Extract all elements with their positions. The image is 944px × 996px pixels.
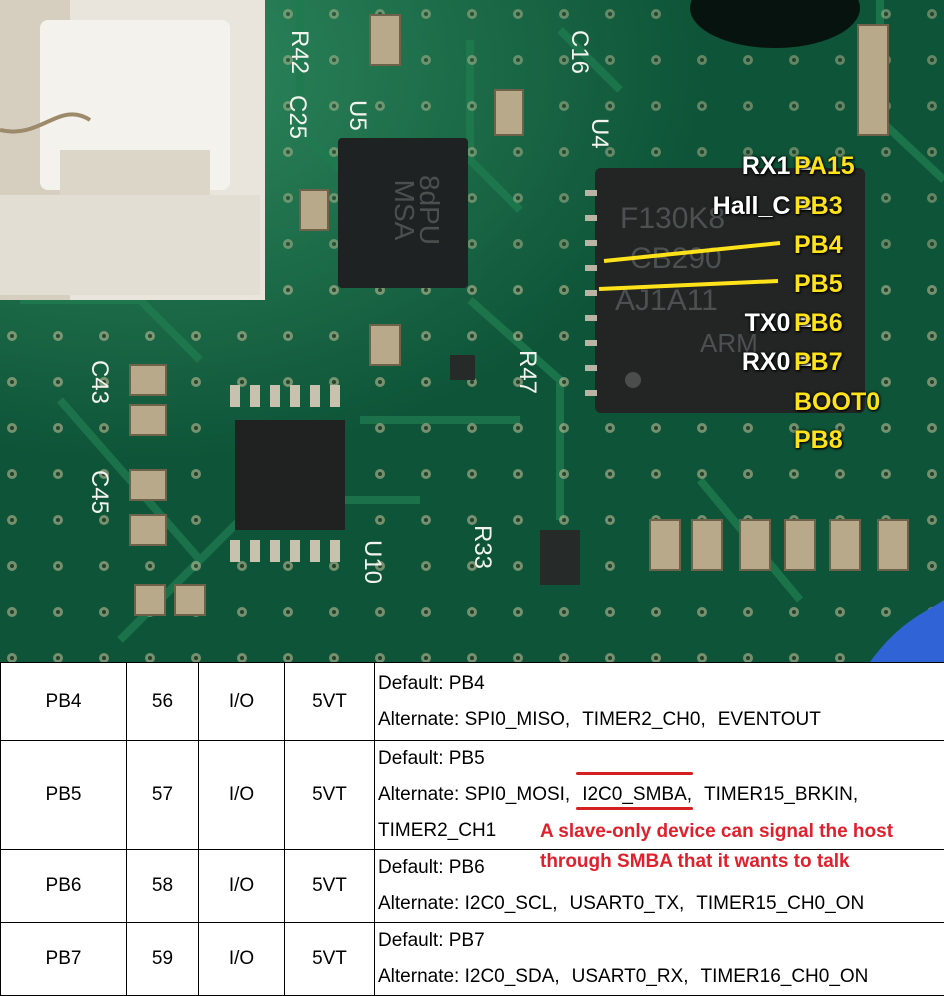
pin-label-pb3: Hall_C = PB3 [560, 192, 944, 228]
pin-name: PB8 [794, 426, 843, 455]
alt-prefix: Alternate: I2C0_SCL, [378, 893, 558, 914]
functions-cell: Default: PB4 Alternate: SPI0_MISO, TIMER2… [375, 663, 944, 741]
pin-label-pb7: RX0 = PB7 [560, 348, 944, 384]
pin-type-cell: I/O [199, 741, 285, 850]
sensor-marking-2: 8dPU [414, 175, 445, 245]
pin-type-cell: I/O [199, 850, 285, 923]
pin-number-cell: 57 [127, 741, 199, 850]
alt-item: TIMER15_BRKIN, [704, 784, 858, 805]
functions-cell: Default: PB7 Alternate: I2C0_SDA, USART0_… [375, 923, 944, 996]
silk-r33: R33 [469, 525, 496, 569]
default-function: Default: PB4 [378, 666, 944, 702]
alt-item: USART0_RX, [572, 966, 689, 987]
silk-c43: C43 [86, 360, 113, 404]
pin-name: BOOT0 [794, 388, 880, 417]
pin-number-cell: 58 [127, 850, 199, 923]
silk-c45: C45 [86, 470, 113, 514]
alternate-functions: Alternate: I2C0_SDA, USART0_RX, TIMER16_CH… [378, 959, 944, 995]
pin-name-cell: PB4 [1, 663, 127, 741]
silk-u10: U10 [359, 540, 386, 584]
pin-name: PB6 [794, 309, 843, 338]
pin-name-cell: PB6 [1, 850, 127, 923]
pin-number-cell: 59 [127, 923, 199, 996]
pin-label-pb4: PB4 [560, 231, 944, 267]
pin-name-cell: PB7 [1, 923, 127, 996]
alt-prefix: Alternate: I2C0_SDA, [378, 966, 560, 987]
pin-name-cell: PB5 [1, 741, 127, 850]
connector [0, 0, 265, 300]
alt-prefix: Alternate: SPI0_MISO, [378, 709, 570, 730]
io-level-cell: 5VT [285, 663, 375, 741]
pin-label-pb8: PB8 [560, 426, 944, 462]
silk-r47: R47 [514, 350, 541, 394]
pin-name: PB4 [794, 231, 843, 260]
smba-highlight: I2C0_SMBA [582, 777, 687, 813]
alt-item: TIMER16_CH0_ON [701, 966, 869, 987]
default-function: Default: PB7 [378, 923, 944, 959]
alt-item: TIMER15_CH0_ON [696, 893, 864, 914]
alt-item: TIMER2_CH0, [582, 709, 706, 730]
alternate-functions: Alternate: SPI0_MISO, TIMER2_CH0, EVENTOUT [378, 702, 944, 738]
pin-type-cell: I/O [199, 663, 285, 741]
pcb-photo: MSA 8dPU F130K8 CB290 AJ1A11 ARM [0, 0, 944, 662]
silk-u5: U5 [344, 100, 371, 131]
annotation-line: through SMBA that it wants to talk [540, 847, 940, 877]
pin-label-pb6: TX0 = PB6 [560, 309, 944, 345]
annotation-line: A slave-only device can signal the host [540, 817, 940, 847]
alternate-functions: Alternate: I2C0_SCL, USART0_TX, TIMER15_CH… [378, 886, 944, 922]
pin-name: PB5 [794, 270, 843, 299]
sensor-chip: MSA 8dPU [338, 138, 468, 288]
alt-item: EVENTOUT [718, 709, 821, 730]
pin-name: PA15 [794, 152, 855, 181]
pin-label-pa15: RX1 = PA15 [560, 152, 944, 188]
smba-annotation: A slave-only device can signal the host … [540, 817, 940, 877]
silk-c16: C16 [566, 30, 593, 74]
table-row: PB7 59 I/O 5VT Default: PB7 Alternate: I… [1, 923, 944, 996]
pin-label-pb5: PB5 [560, 270, 944, 306]
alt-item: USART0_TX, [570, 893, 685, 914]
pin-name: PB3 [794, 192, 843, 221]
alt-prefix: Alternate: SPI0_MOSI, [378, 784, 570, 805]
alt-item: , [687, 784, 692, 805]
pin-name: PB7 [794, 348, 843, 377]
io-level-cell: 5VT [285, 741, 375, 850]
pin-type-cell: I/O [199, 923, 285, 996]
table-row: PB4 56 I/O 5VT Default: PB4 Alternate: S… [1, 663, 944, 741]
alternate-functions: Alternate: SPI0_MOSI, I2C0_SMBA, TIMER15_B… [378, 777, 944, 813]
silk-r42: R42 [286, 30, 313, 74]
pin-label-boot0: BOOT0 [560, 388, 944, 424]
silk-u4: U4 [586, 118, 613, 149]
silk-c25: C25 [284, 95, 311, 139]
io-level-cell: 5VT [285, 850, 375, 923]
pin-number-cell: 56 [127, 663, 199, 741]
io-level-cell: 5VT [285, 923, 375, 996]
